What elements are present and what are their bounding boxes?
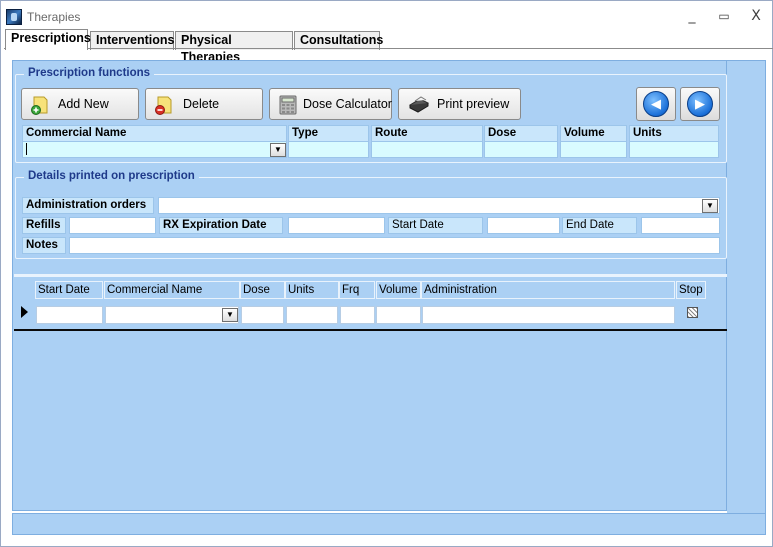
grid-header-administration[interactable]: Administration bbox=[421, 281, 675, 299]
grid-cell-administration[interactable] bbox=[422, 306, 675, 324]
app-icon bbox=[6, 9, 22, 25]
previous-record-button[interactable]: ◀ bbox=[636, 87, 676, 121]
delete-note-icon bbox=[155, 96, 172, 115]
prescription-functions-legend: Prescription functions bbox=[24, 67, 155, 79]
grid-header-stop[interactable]: Stop bbox=[676, 281, 706, 299]
text-cursor bbox=[26, 143, 27, 155]
therapies-window: Therapies _ ▭ X Prescriptions Interventi… bbox=[0, 0, 773, 547]
grid-header-units[interactable]: Units bbox=[285, 281, 339, 299]
add-new-button[interactable]: Add New bbox=[21, 88, 139, 120]
tab-divider bbox=[4, 48, 773, 49]
end-date-field[interactable] bbox=[641, 217, 720, 234]
header-dose: Dose bbox=[484, 125, 558, 142]
printer-icon bbox=[408, 96, 430, 113]
grid-header-commercial-name[interactable]: Commercial Name bbox=[104, 281, 240, 299]
units-field[interactable] bbox=[629, 141, 719, 158]
panel-right-strip bbox=[727, 60, 766, 514]
end-date-label: End Date bbox=[562, 217, 637, 234]
close-button[interactable]: X bbox=[745, 7, 767, 25]
dose-calculator-label: Dose Calculator bbox=[303, 97, 392, 111]
refills-label: Refills bbox=[22, 217, 66, 234]
header-units: Units bbox=[629, 125, 719, 142]
minimize-button[interactable]: _ bbox=[681, 7, 703, 25]
maximize-button[interactable]: ▭ bbox=[713, 7, 735, 25]
panel-bottom-strip bbox=[12, 513, 766, 535]
refills-field[interactable] bbox=[69, 217, 156, 234]
grid-header-frq[interactable]: Frq bbox=[339, 281, 375, 299]
grid-header-start-date[interactable]: Start Date bbox=[35, 281, 103, 299]
header-commercial-name: Commercial Name bbox=[22, 125, 287, 142]
header-route: Route bbox=[371, 125, 483, 142]
dose-field[interactable] bbox=[484, 141, 558, 158]
grid-row-divider bbox=[14, 329, 727, 331]
rx-expiration-date-field[interactable] bbox=[288, 217, 385, 234]
header-volume: Volume bbox=[560, 125, 627, 142]
print-preview-button[interactable]: Print preview bbox=[398, 88, 521, 120]
dose-calculator-button[interactable]: Dose Calculator bbox=[269, 88, 392, 120]
next-record-button[interactable]: ▶ bbox=[680, 87, 720, 121]
notes-field[interactable] bbox=[69, 237, 720, 254]
calculator-icon bbox=[279, 95, 297, 115]
type-field[interactable] bbox=[288, 141, 369, 158]
start-date-field[interactable] bbox=[487, 217, 560, 234]
arrow-left-icon: ◀ bbox=[643, 91, 669, 117]
prescriptions-grid: Start Date Commercial Name Dose Units Fr… bbox=[14, 277, 727, 331]
notes-label: Notes bbox=[22, 237, 66, 254]
volume-field[interactable] bbox=[560, 141, 627, 158]
grid-header-volume[interactable]: Volume bbox=[376, 281, 421, 299]
grid-cell-frq[interactable] bbox=[340, 306, 375, 324]
add-note-icon bbox=[31, 96, 48, 115]
start-date-label: Start Date bbox=[388, 217, 483, 234]
header-type: Type bbox=[288, 125, 369, 142]
chevron-down-icon[interactable]: ▼ bbox=[222, 308, 238, 322]
chevron-down-icon[interactable]: ▼ bbox=[270, 143, 286, 157]
rx-expiration-date-label: RX Expiration Date bbox=[159, 217, 283, 234]
stop-checkbox[interactable] bbox=[687, 307, 698, 318]
grid-header-dose[interactable]: Dose bbox=[240, 281, 285, 299]
grid-cell-start-date[interactable] bbox=[36, 306, 103, 324]
grid-cell-volume[interactable] bbox=[376, 306, 421, 324]
add-new-label: Add New bbox=[58, 97, 109, 111]
grid-cell-units[interactable] bbox=[286, 306, 338, 324]
commercial-name-select[interactable]: ▼ bbox=[22, 141, 287, 158]
tab-prescriptions[interactable]: Prescriptions bbox=[5, 29, 91, 50]
grid-cell-dose[interactable] bbox=[241, 306, 284, 324]
print-preview-label: Print preview bbox=[437, 97, 510, 111]
administration-orders-select[interactable]: ▼ bbox=[158, 197, 720, 214]
window-title: Therapies bbox=[27, 10, 81, 24]
chevron-down-icon[interactable]: ▼ bbox=[702, 199, 718, 213]
arrow-right-icon: ▶ bbox=[687, 91, 713, 117]
grid-cell-commercial-name[interactable]: ▼ bbox=[105, 306, 239, 324]
route-field[interactable] bbox=[371, 141, 483, 158]
current-row-indicator-icon bbox=[21, 306, 28, 318]
administration-orders-label: Administration orders bbox=[22, 197, 154, 214]
title-bar: Therapies _ ▭ X bbox=[1, 1, 772, 29]
details-legend: Details printed on prescription bbox=[24, 170, 199, 182]
delete-button[interactable]: Delete bbox=[145, 88, 263, 120]
delete-label: Delete bbox=[183, 97, 220, 111]
